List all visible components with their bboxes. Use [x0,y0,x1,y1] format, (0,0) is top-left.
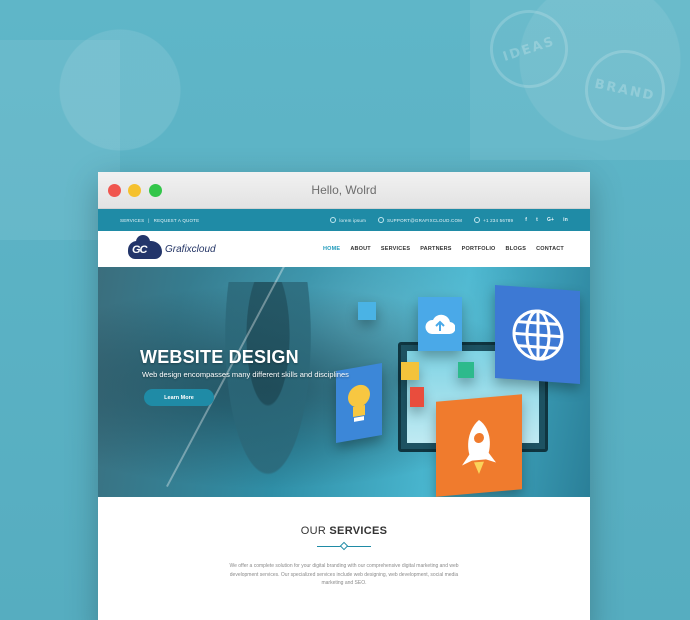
services-heading-bold: SERVICES [329,525,388,537]
topbar-services-link[interactable]: SERVICES [120,218,144,223]
hero-person-image [218,282,318,497]
services-description: We offer a complete solution for your di… [229,563,459,586]
location-icon [330,217,337,223]
hero-title: WEBSITE DESIGN [140,347,299,367]
section-divider [317,541,371,551]
main-navbar: GC Grafixcloud HOME ABOUT SERVICES PARTN… [98,231,590,267]
hero-banner: WEBSITE DESIGN Web design encompasses ma… [98,267,590,497]
social-links: f t G+ in [525,217,568,223]
cloud-upload-icon [418,297,462,351]
services-heading-light: OUR [300,525,330,537]
nav-contact[interactable]: CONTACT [536,246,564,252]
window-titlebar: Hello, Wolrd [98,172,590,209]
primary-nav: HOME ABOUT SERVICES PARTNERS PORTFOLIO B… [323,246,564,252]
top-info-bar: SERVICES | REQUEST A QUOTE lorem ipsum S… [98,209,590,231]
linkedin-icon[interactable]: in [563,217,568,223]
rocket-icon [436,394,522,497]
app-tile-icon [358,302,376,320]
nav-partners[interactable]: PARTNERS [420,246,451,252]
services-heading: OUR SERVICES [98,525,590,537]
topbar-location: lorem ipsum [330,217,366,223]
app-tile-icon [458,362,474,378]
location-text: lorem ipsum [339,217,367,223]
twitter-icon[interactable]: t [536,217,538,223]
browser-window: Hello, Wolrd SERVICES | REQUEST A QUOTE … [98,172,590,620]
google-plus-icon[interactable]: G+ [547,217,554,223]
brand-name: Grafixcloud [165,243,216,255]
cloud-logo-icon: GC [128,235,162,259]
hero-subtitle: Web design encompasses many different sk… [142,370,349,379]
learn-more-button[interactable]: Learn More [144,389,214,406]
nav-blogs[interactable]: BLOGS [506,246,527,252]
nav-about[interactable]: ABOUT [350,246,371,252]
mail-icon [378,217,385,223]
topbar-quote-link[interactable]: REQUEST A QUOTE [154,218,200,223]
nav-services[interactable]: SERVICES [381,246,410,252]
topbar-separator: | [148,217,150,223]
email-text[interactable]: SUPPORT@GRAFIXCLOUD.COM [387,218,462,223]
services-section: OUR SERVICES We offer a complete solutio… [98,497,590,588]
stamp-label: BRAND [593,76,657,104]
topbar-email[interactable]: SUPPORT@GRAFIXCLOUD.COM [378,217,462,223]
brand-logo[interactable]: GC Grafixcloud [128,235,216,259]
logo-mark-text: GC [132,244,147,256]
phone-icon [474,217,481,223]
window-title: Hello, Wolrd [311,183,377,197]
globe-icon [495,285,580,384]
nav-portfolio[interactable]: PORTFOLIO [462,246,496,252]
topbar-phone[interactable]: +1 234 56789 [474,217,513,223]
diamond-icon [339,541,349,551]
facebook-icon[interactable]: f [525,217,527,223]
phone-text[interactable]: +1 234 56789 [483,218,513,223]
stamp-label: IDEAS [501,33,557,65]
app-tile-icon [410,387,424,407]
app-tile-icon [401,362,419,380]
nav-home[interactable]: HOME [323,246,340,252]
